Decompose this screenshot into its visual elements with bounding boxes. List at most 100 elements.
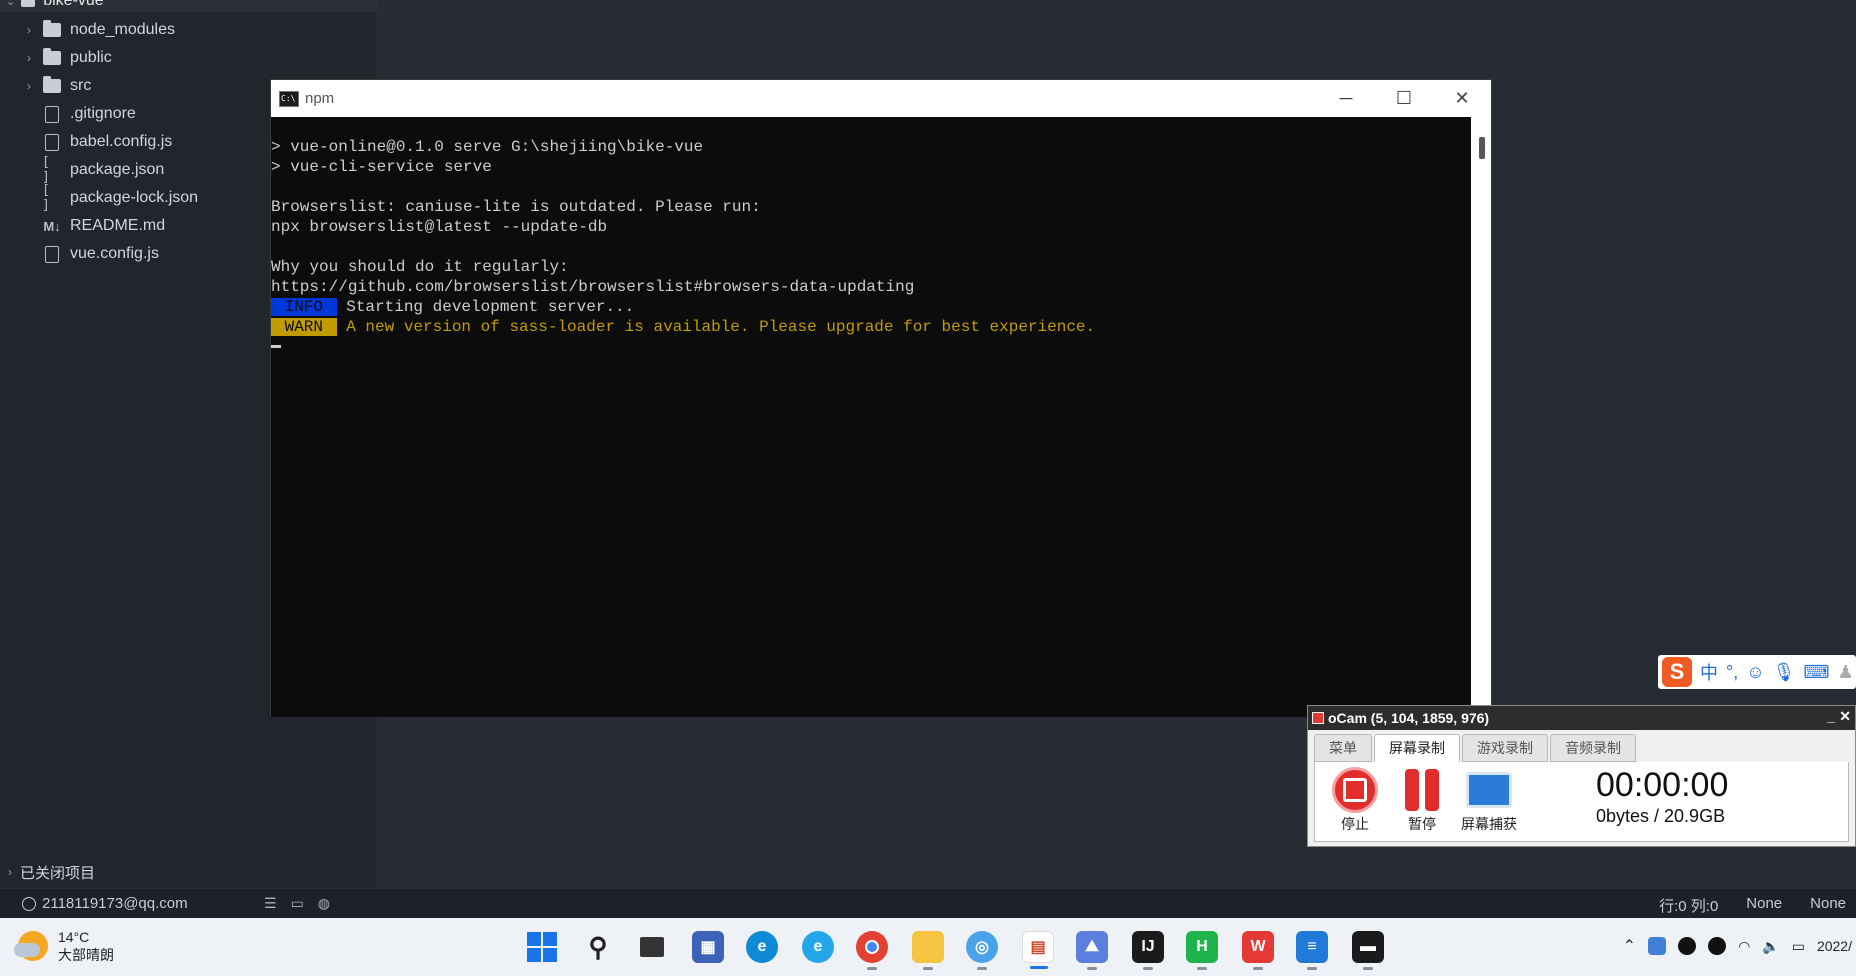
json-icon: [ ]: [42, 155, 50, 185]
terminal-icon[interactable]: ▭: [291, 895, 304, 912]
skin-icon[interactable]: ♟: [1837, 662, 1853, 683]
tree-root-bike-vue[interactable]: ⌄ bike-vue: [0, 0, 378, 12]
tree-item-label: .gitignore: [70, 105, 136, 122]
tab-menu[interactable]: 菜单: [1314, 734, 1372, 762]
sogou-logo-icon[interactable]: S: [1662, 657, 1692, 687]
qq-icon[interactable]: [1678, 937, 1697, 955]
maximize-button[interactable]: ☐: [1375, 80, 1433, 117]
console-output[interactable]: > vue-online@0.1.0 serve G:\shejiing\bik…: [271, 117, 1471, 717]
console-line: https://github.com/browserslist/browsers…: [271, 278, 915, 296]
start-button[interactable]: [526, 931, 558, 963]
closed-projects-section[interactable]: › 已关闭项目: [0, 860, 95, 884]
file-icon: [42, 105, 62, 123]
folder-icon: [42, 76, 62, 95]
ocam-titlebar[interactable]: oCam (5, 104, 1859, 976) _ ✕: [1308, 706, 1855, 730]
notepad-icon[interactable]: ≡: [1296, 931, 1328, 970]
globe-icon[interactable]: ◍: [318, 895, 330, 912]
tree-item-node-modules[interactable]: › node_modules: [0, 16, 378, 44]
search-icon[interactable]: ⚲: [582, 931, 614, 963]
markdown-icon: M↓: [43, 218, 61, 234]
folder-icon: [42, 48, 62, 67]
window-titlebar[interactable]: C:\ npm ─ ☐ ✕: [271, 80, 1491, 117]
stop-button[interactable]: 停止: [1325, 766, 1385, 834]
console-line: > vue-cli-service serve: [271, 158, 492, 176]
close-button[interactable]: ✕: [1433, 80, 1491, 117]
keyboard-icon[interactable]: ⌨: [1803, 662, 1829, 683]
tree-item-label: babel.config.js: [70, 133, 173, 150]
ocam-recorder-window: oCam (5, 104, 1859, 976) _ ✕ 菜单 屏幕录制 游戏录…: [1307, 705, 1856, 847]
ocam-title: oCam (5, 104, 1859, 976): [1328, 710, 1490, 726]
tree-item-public[interactable]: › public: [0, 44, 378, 72]
screen-capture-button[interactable]: 屏幕捕获: [1459, 766, 1519, 834]
ime-mode-toggle[interactable]: 中: [1700, 659, 1718, 685]
account-email: 2118119173@qq.com: [42, 895, 188, 912]
app-icon[interactable]: ▦: [692, 931, 724, 963]
chevron-up-icon[interactable]: ⌃: [1623, 936, 1636, 956]
windows-logo-icon: [527, 932, 557, 962]
terminal-icon[interactable]: ▬: [1352, 931, 1384, 970]
tree-item-label: node_modules: [70, 21, 175, 38]
chevron-down-icon: ⌄: [6, 0, 16, 8]
wifi-icon[interactable]: ◠: [1738, 938, 1750, 955]
capture-label: 屏幕捕获: [1461, 816, 1517, 832]
ocam-tabs: 菜单 屏幕录制 游戏录制 音频录制: [1308, 730, 1855, 762]
qq-icon[interactable]: [1708, 937, 1727, 955]
encoding-status[interactable]: None: [1746, 895, 1782, 916]
weather-widget[interactable]: 14°C 大部晴朗: [14, 928, 114, 964]
intellij-icon[interactable]: IJ: [1132, 931, 1164, 970]
npm-console-window: C:\ npm ─ ☐ ✕ > vue-online@0.1.0 serve G…: [270, 79, 1492, 717]
photo-icon[interactable]: ◎: [966, 931, 998, 970]
minimize-button[interactable]: _: [1827, 708, 1835, 724]
ime-punct-toggle[interactable]: °,: [1726, 662, 1738, 683]
edge-icon[interactable]: e: [746, 931, 778, 963]
json-icon: [ ]: [42, 183, 50, 213]
tab-game-record[interactable]: 游戏录制: [1462, 734, 1548, 762]
console-scrollbar[interactable]: [1471, 117, 1491, 717]
window-title: npm: [305, 90, 335, 107]
chrome-icon[interactable]: [856, 931, 888, 970]
tab-screen-record[interactable]: 屏幕录制: [1374, 734, 1460, 762]
battery-icon[interactable]: ▭: [1792, 938, 1805, 955]
language-status[interactable]: None: [1810, 895, 1846, 916]
user-icon: [22, 896, 36, 911]
console-warn-line: WARN A new version of sass-loader is ava…: [271, 317, 1471, 337]
paint-icon[interactable]: ⛰: [1076, 931, 1108, 970]
cursor-position[interactable]: 行:0 列:0: [1659, 895, 1718, 916]
close-button[interactable]: ✕: [1839, 708, 1851, 725]
windows-taskbar: 14°C 大部晴朗 ⚲ ▦ e e ◎ ▤ ⛰ IJ H W ≡ ▬ ⌃ ◠ 🔈…: [0, 918, 1856, 976]
file-icon: [42, 245, 62, 263]
emoji-icon[interactable]: ☺: [1746, 662, 1764, 683]
volume-icon[interactable]: 🔈: [1762, 938, 1779, 955]
bluetooth-icon[interactable]: [1648, 937, 1667, 955]
recording-size: 0bytes / 20.9GB: [1596, 806, 1726, 826]
ocam-controls: 停止 暂停 屏幕捕获 00:00:00 0bytes / 20.9GB: [1314, 762, 1849, 842]
stop-label: 停止: [1341, 816, 1369, 832]
weather-temperature: 14°C: [58, 929, 90, 945]
console-line: Browserslist: caniuse-lite is outdated. …: [271, 198, 761, 216]
status-icon-group: ☰ ▭ ◍: [264, 895, 330, 912]
hbuilder-icon[interactable]: H: [1186, 931, 1218, 970]
status-bar: 2118119173@qq.com ☰ ▭ ◍ 行:0 列:0 None Non…: [0, 888, 1856, 918]
minimize-button[interactable]: ─: [1317, 80, 1375, 117]
weather-description: 大部晴朗: [58, 947, 114, 963]
monitor-icon: [1466, 772, 1512, 808]
taskbar-date[interactable]: 2022/: [1817, 938, 1852, 954]
pause-button[interactable]: 暂停: [1392, 766, 1452, 834]
powerpoint-icon[interactable]: ▤: [1022, 931, 1054, 969]
ime-toolbar: S 中 °, ☺ 🎙 ⌨ ♟: [1658, 655, 1856, 689]
tree-item-label: package-lock.json: [70, 189, 199, 206]
cmd-icon: C:\: [279, 90, 299, 107]
tab-audio-record[interactable]: 音频录制: [1550, 734, 1636, 762]
ie-icon[interactable]: e: [802, 931, 834, 963]
file-explorer-icon[interactable]: [912, 931, 944, 970]
list-icon[interactable]: ☰: [264, 895, 277, 912]
folder-icon: [21, 0, 36, 7]
task-view-icon[interactable]: [636, 931, 668, 963]
scrollbar-thumb[interactable]: [1479, 137, 1485, 159]
tree-item-label: vue.config.js: [70, 245, 159, 262]
microphone-icon[interactable]: 🎙: [1773, 662, 1796, 683]
account-status[interactable]: 2118119173@qq.com: [22, 895, 188, 912]
status-right-group: 行:0 列:0 None None: [1659, 895, 1856, 916]
wps-icon[interactable]: W: [1242, 931, 1274, 970]
